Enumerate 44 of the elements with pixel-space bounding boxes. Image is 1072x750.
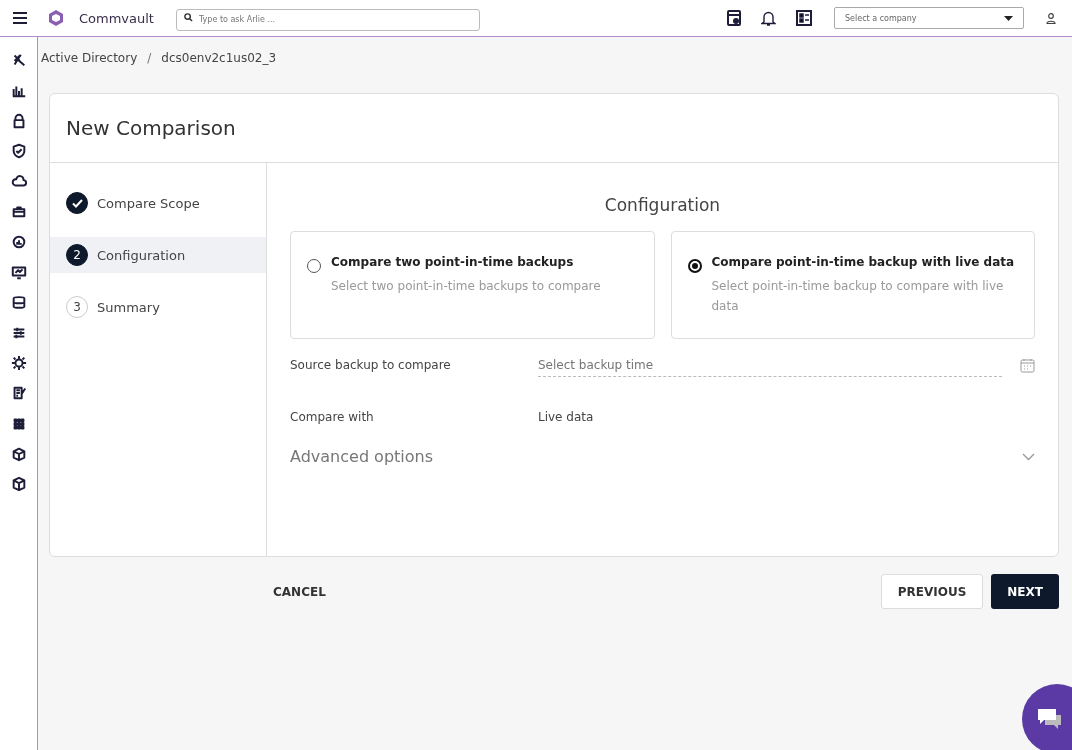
wizard-step[interactable]: 2 Configuration xyxy=(50,237,266,273)
chevron-icon xyxy=(1022,452,1035,461)
calendar-clock-icon[interactable] xyxy=(727,10,741,26)
wizard-step[interactable]: 3 Summary xyxy=(50,289,266,325)
brand-name: Commvault xyxy=(79,10,154,26)
next-button[interactable]: NEXT xyxy=(991,574,1059,609)
shield-check-icon[interactable] xyxy=(10,142,27,159)
wizard-step[interactable]: Compare Scope xyxy=(50,185,266,221)
chat-bubbles-icon xyxy=(1036,707,1064,731)
check-icon xyxy=(71,198,83,208)
section-heading: Configuration xyxy=(603,195,722,215)
breadcrumb-link[interactable]: Active Directory xyxy=(41,51,138,65)
advanced-options-toggle[interactable]: Advanced options xyxy=(290,443,1035,470)
logo-icon xyxy=(47,9,65,27)
monitor-icon[interactable] xyxy=(10,264,27,281)
bell-icon[interactable] xyxy=(761,10,776,26)
previous-button[interactable]: PREVIOUS xyxy=(881,574,983,609)
breadcrumb-separator: / xyxy=(147,51,152,65)
menu-icon[interactable] xyxy=(13,12,27,24)
boxes-icon[interactable] xyxy=(10,445,27,462)
option-card[interactable]: Compare two point-in-time backups Select two point-in-time backups to compare xyxy=(290,231,655,339)
option-description: Select point-in-time backup to compare with live data xyxy=(711,278,1005,315)
option-card[interactable]: Compare point-in-time backup with live data Select point-in-time backup to compare with live data xyxy=(670,231,1035,339)
gauge-icon[interactable] xyxy=(10,233,27,250)
company-select[interactable]: Select a company xyxy=(834,7,1024,29)
radio-button[interactable] xyxy=(687,259,702,273)
breadcrumb-current: dcs0env2c1us02_3 xyxy=(161,51,277,65)
option-title: Compare two point-in-time backups xyxy=(331,254,575,271)
cube-icon[interactable] xyxy=(10,476,27,493)
cancel-button[interactable]: CANCEL xyxy=(259,576,340,607)
option-title: Compare point-in-time backup with live data xyxy=(711,254,1016,271)
field-value: Live data xyxy=(538,410,594,424)
field-label: Compare with xyxy=(290,410,375,424)
database-icon[interactable] xyxy=(10,294,27,311)
field-label: Source backup to compare xyxy=(290,358,452,372)
search-icon xyxy=(183,13,193,22)
briefcase-icon[interactable] xyxy=(10,203,27,220)
gear-icon[interactable] xyxy=(10,354,27,371)
search-field[interactable]: Type to ask Arlie ... xyxy=(175,8,480,31)
user-icon[interactable] xyxy=(1046,12,1056,24)
option-description: Select two point-in-time backups to compare xyxy=(331,278,601,295)
dashboard-icon[interactable] xyxy=(796,10,812,26)
caret-icon xyxy=(1004,15,1013,21)
wizard-title: New Comparison xyxy=(50,94,1058,163)
